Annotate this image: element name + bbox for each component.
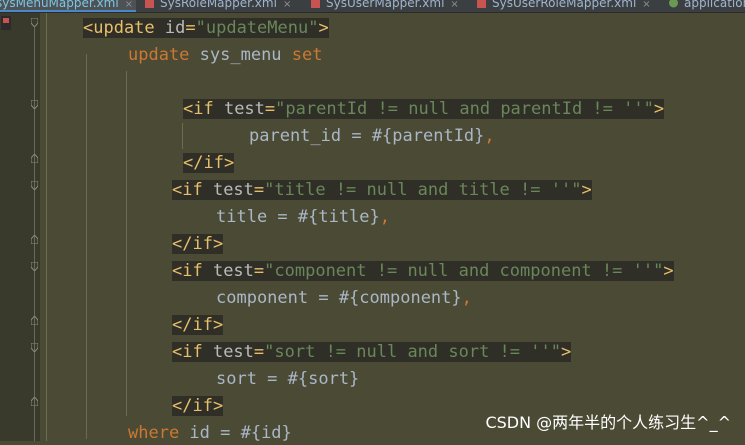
tab-label: SysUserMapper.xml: [326, 0, 445, 10]
close-icon[interactable]: ×: [450, 0, 458, 10]
code-line-update-set: update sys_menu set: [128, 45, 323, 65]
tab-sysuserrolemapper[interactable]: SysUserRoleMapper.xml ×: [474, 0, 664, 12]
xml-file-icon: [311, 0, 320, 8]
tab-label: sysMenuMapper.xml: [0, 0, 119, 10]
code-line-parent-id: parent_id = #{parentId},: [249, 126, 495, 146]
close-icon[interactable]: ×: [283, 0, 291, 10]
fold-icon[interactable]: [31, 18, 38, 27]
code-line-if-sort: <if test="sort != null and sort != ''">: [172, 342, 572, 362]
tab-application[interactable]: application: [666, 0, 745, 12]
code-line-component: component = #{component},: [216, 288, 472, 308]
tab-label: application: [684, 0, 745, 10]
editor-tab-bar: sysMenuMapper.xml × SysRoleMapper.xml × Sy…: [0, 0, 745, 13]
fold-icon[interactable]: [31, 235, 38, 244]
fold-icon[interactable]: [31, 316, 38, 325]
code-line-if-parentid: <if test="parentId != null and parentId …: [183, 99, 665, 119]
code-line-sort: sort = #{sort}: [216, 369, 360, 389]
fold-icon[interactable]: [31, 397, 38, 406]
indent-guide: [46, 13, 47, 441]
xml-file-icon: [477, 0, 486, 8]
watermark: CSDN @两年半的个人练习生^_^: [485, 413, 731, 432]
code-line-where: where id = #{id}: [128, 423, 292, 443]
tab-sysrolemapper[interactable]: SysRoleMapper.xml ×: [142, 0, 307, 12]
code-line-title: title = #{title},: [216, 207, 391, 227]
tab-label: SysUserRoleMapper.xml: [492, 0, 637, 10]
fold-icon[interactable]: [31, 181, 38, 190]
code-line-if-component: <if test="component != null and componen…: [172, 261, 674, 281]
fold-line: [34, 27, 35, 441]
fold-icon[interactable]: [31, 100, 38, 109]
code-line-if-close: </if>: [183, 153, 235, 173]
tab-sysmenumapper[interactable]: sysMenuMapper.xml ×: [0, 0, 136, 12]
indent-guide: [182, 123, 183, 149]
spring-leaf-icon: [669, 0, 678, 8]
tab-label: SysRoleMapper.xml: [160, 0, 277, 10]
xml-file-icon: [145, 0, 154, 8]
fold-icon[interactable]: [31, 343, 38, 352]
code-line-if-title: <if test="title != null and title != ''"…: [172, 180, 592, 200]
fold-icon[interactable]: [31, 262, 38, 271]
tab-sysusermapper[interactable]: SysUserMapper.xml ×: [308, 0, 473, 12]
close-icon[interactable]: ×: [125, 0, 133, 10]
close-icon[interactable]: ×: [642, 0, 650, 10]
code-editor[interactable]: <update id="updateMenu"> update sys_menu…: [40, 13, 745, 443]
indent-guide: [126, 71, 127, 416]
code-line-if-close: </if>: [172, 396, 224, 416]
bookmark-icon: [1, 16, 11, 30]
editor-gutter: [0, 13, 40, 441]
indent-guide: [86, 54, 87, 439]
code-line-update-open: <update id="updateMenu">: [83, 18, 329, 38]
fold-icon[interactable]: [31, 154, 38, 163]
code-line-if-close: </if>: [172, 234, 224, 254]
code-line-if-close: </if>: [172, 315, 224, 335]
